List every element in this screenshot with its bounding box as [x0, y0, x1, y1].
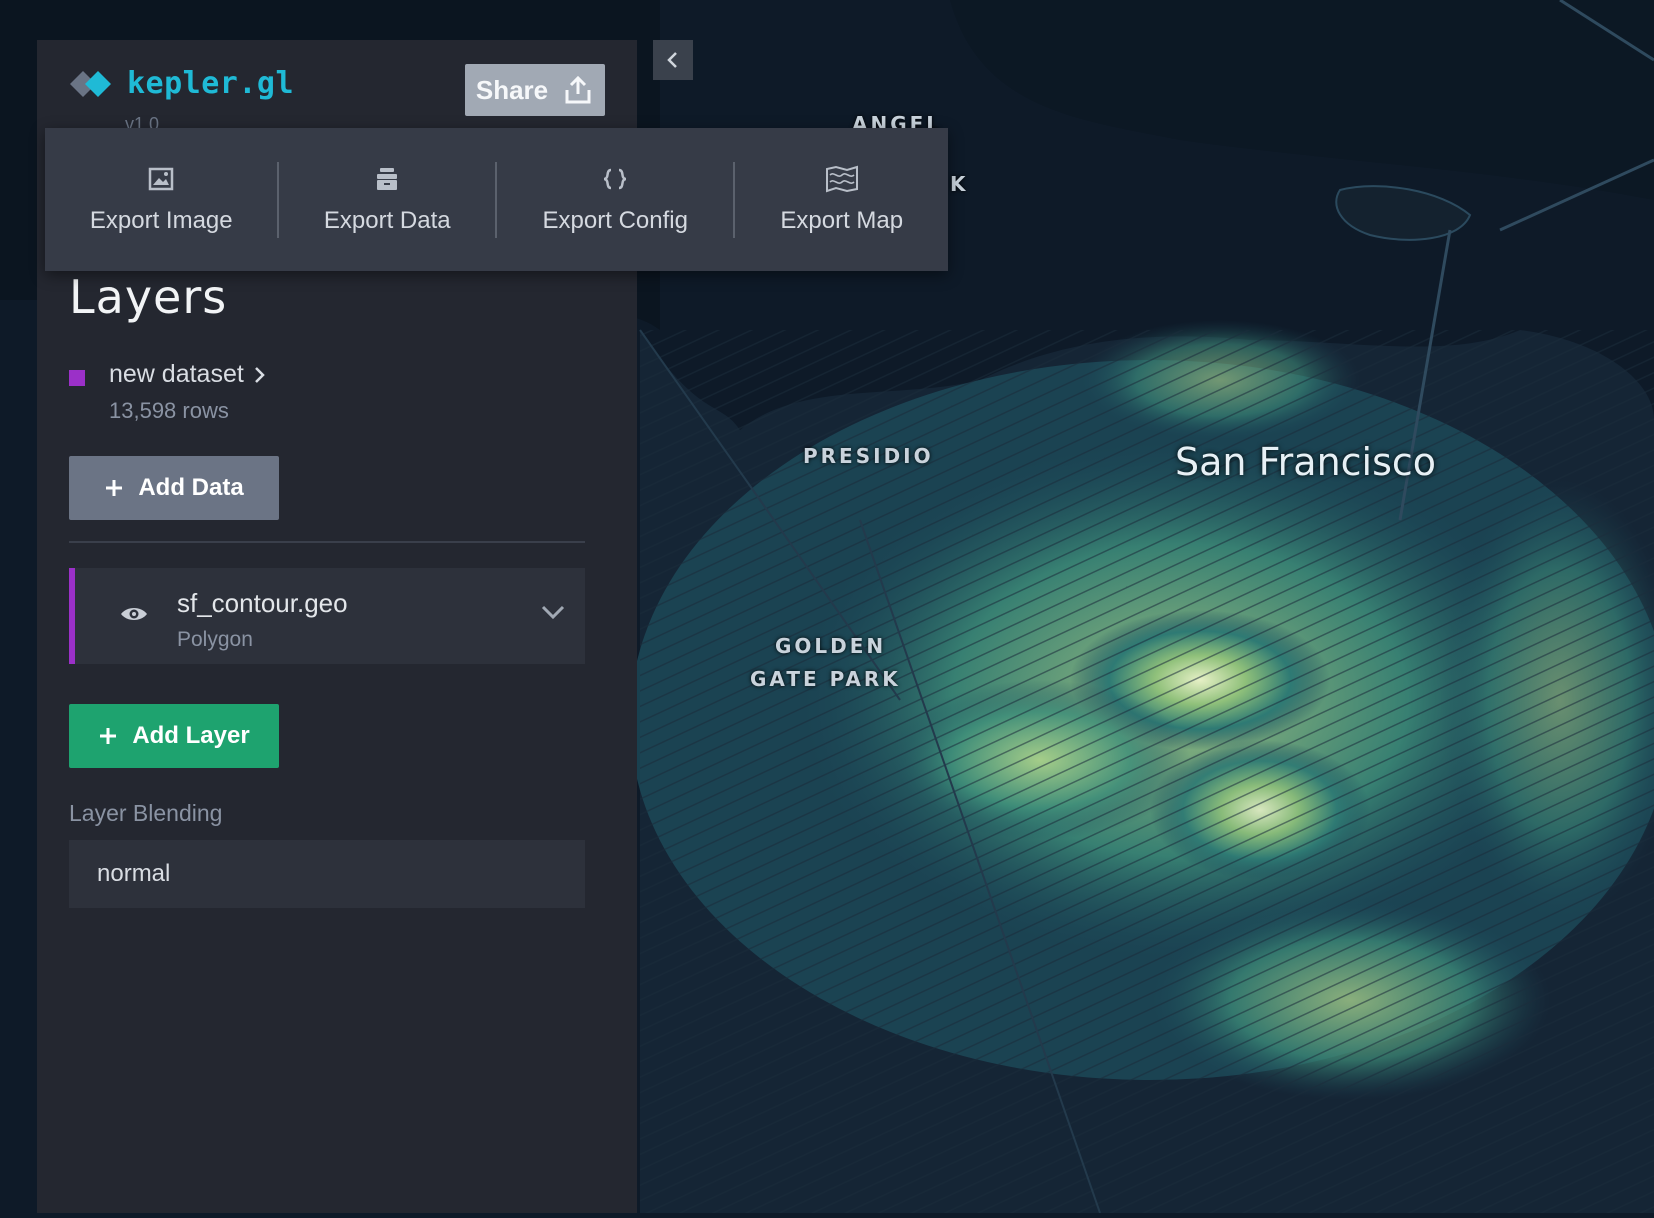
plus-icon: [106, 480, 123, 496]
add-layer-button[interactable]: Add Layer: [69, 704, 279, 768]
map-label-san-francisco: San Francisco: [1175, 440, 1437, 484]
export-map-label: Export Map: [780, 206, 904, 234]
layers-title: Layers: [69, 270, 228, 324]
export-menu: Export Image Export Data Export Config E…: [45, 128, 948, 271]
dataset-row-count: 13,598 rows: [109, 398, 229, 423]
map-icon: [825, 165, 858, 192]
export-config-label: Export Config: [542, 206, 688, 234]
export-data-label: Export Data: [323, 206, 451, 234]
export-image-label: Export Image: [89, 206, 233, 234]
layer-type: Polygon: [177, 628, 253, 651]
add-data-button[interactable]: Add Data: [69, 456, 279, 520]
dataset-name: new dataset: [109, 360, 244, 388]
kepler-logo: kepler.gl: [69, 66, 294, 101]
code-braces-icon: [604, 168, 627, 189]
map-label-presidio: PRESIDIO: [803, 444, 934, 468]
share-button[interactable]: Share: [465, 64, 605, 116]
eye-icon[interactable]: [119, 604, 149, 629]
map-label-gate-park: GATE PARK: [750, 667, 901, 691]
export-image-button[interactable]: Export Image: [45, 128, 277, 271]
add-layer-label: Add Layer: [132, 722, 250, 749]
logo-text: kepler.gl: [127, 66, 295, 101]
database-icon: [377, 167, 398, 190]
chevron-down-icon[interactable]: [541, 604, 565, 625]
layer-card[interactable]: sf_contour.geo Polygon: [69, 568, 585, 664]
map-label-golden: GOLDEN: [775, 634, 887, 658]
layer-name: sf_contour.geo: [177, 588, 348, 618]
export-data-button[interactable]: Export Data: [279, 128, 495, 271]
dataset-name-link[interactable]: new dataset: [109, 360, 266, 389]
panel-divider: [69, 541, 585, 543]
layer-blending-value: normal: [97, 860, 171, 887]
chevron-left-icon: [667, 52, 677, 68]
export-map-button[interactable]: Export Map: [735, 128, 948, 271]
map-label-k: K: [950, 172, 969, 196]
layer-blending-select[interactable]: normal: [69, 840, 585, 908]
export-config-button[interactable]: Export Config: [497, 128, 733, 271]
chevron-right-icon: [254, 366, 265, 383]
share-label: Share: [475, 74, 549, 105]
layer-blending-label: Layer Blending: [69, 800, 223, 826]
add-data-label: Add Data: [138, 474, 244, 501]
image-icon: [148, 167, 174, 190]
plus-icon: [100, 728, 117, 744]
collapse-panel-button[interactable]: [653, 40, 693, 80]
dataset-color-swatch: [69, 370, 85, 386]
kepler-logo-icon: [70, 70, 111, 97]
upload-icon: [565, 75, 591, 104]
